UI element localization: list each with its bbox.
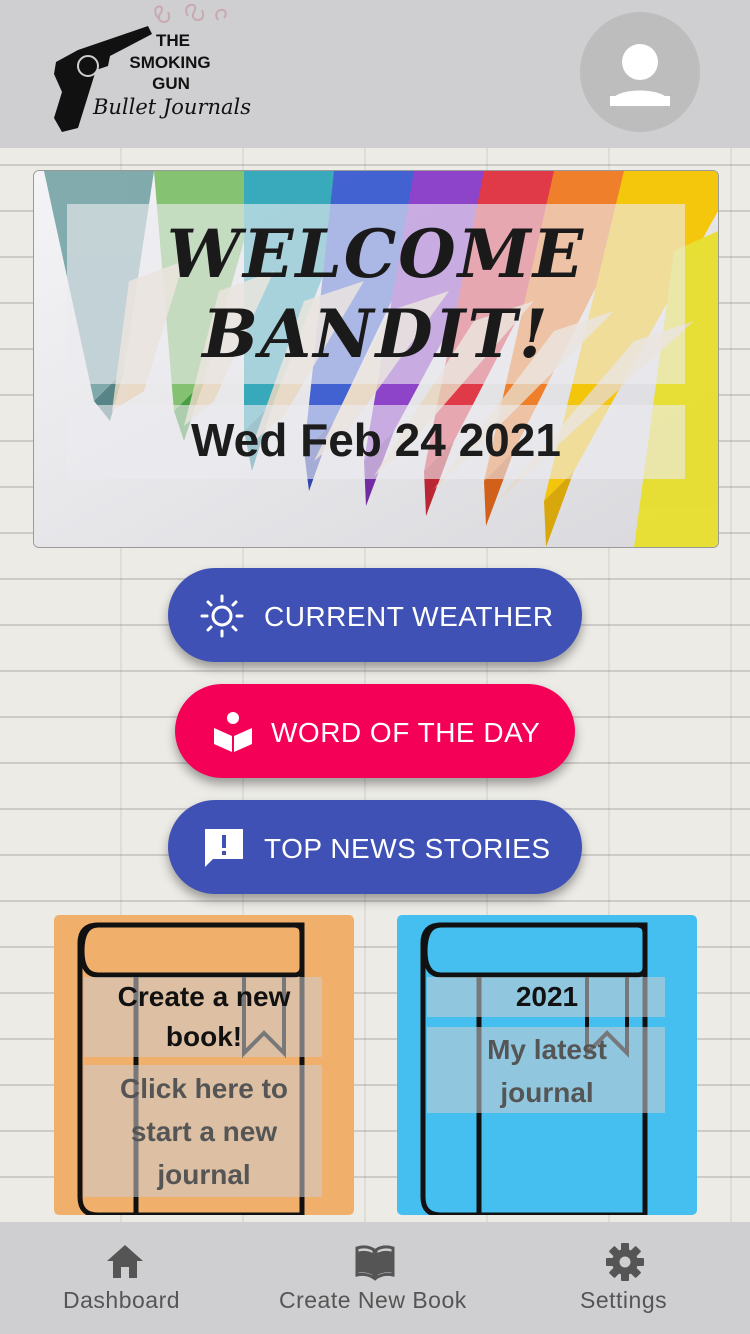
welcome-title-line1: WELCOME xyxy=(166,215,586,293)
create-book-subtitle: Click here to start a new journal xyxy=(119,1073,289,1190)
current-date: Wed Feb 24 2021 xyxy=(191,414,561,466)
nav-settings-label: Settings xyxy=(580,1287,668,1313)
create-book-card[interactable]: Create a new book! Click here to start a… xyxy=(54,915,354,1215)
bottom-navigation: Dashboard Create New Book Settings xyxy=(0,1222,750,1334)
welcome-panel: WELCOME BANDIT! xyxy=(67,204,685,384)
user-icon xyxy=(610,44,670,106)
home-icon xyxy=(107,1245,143,1278)
nav-settings[interactable]: Settings xyxy=(560,1222,690,1334)
journal-2021-subtitle: My latest journal xyxy=(487,1034,607,1108)
date-panel: Wed Feb 24 2021 xyxy=(67,405,685,479)
app-header: THE SMOKING GUN Bullet Journals xyxy=(0,0,750,148)
current-weather-button[interactable]: CURRENT WEATHER xyxy=(168,568,582,662)
journal-2021-title: 2021 xyxy=(515,981,579,1012)
top-news-button[interactable]: TOP NEWS STORIES xyxy=(168,800,582,894)
logo-line-gun: GUN xyxy=(152,74,190,93)
welcome-title-line2: BANDIT! xyxy=(202,295,550,373)
top-news-label: TOP NEWS STORIES xyxy=(264,833,551,864)
word-of-the-day-label: WORD OF THE DAY xyxy=(271,717,541,748)
nav-create-new-book-label: Create New Book xyxy=(279,1287,467,1313)
gear-icon xyxy=(606,1243,644,1281)
nav-dashboard[interactable]: Dashboard xyxy=(40,1222,210,1334)
logo-line-the: THE xyxy=(156,31,190,50)
logo-line-smoking: SMOKING xyxy=(129,53,211,72)
current-weather-label: CURRENT WEATHER xyxy=(264,601,554,632)
book-open-icon xyxy=(355,1245,395,1281)
smoking-gun-logo[interactable]: THE SMOKING GUN Bullet Journals xyxy=(48,0,258,140)
journal-2021-card[interactable]: 2021 My latest journal xyxy=(397,915,697,1215)
nav-dashboard-label: Dashboard xyxy=(63,1287,181,1313)
word-of-the-day-button[interactable]: WORD OF THE DAY xyxy=(175,684,575,778)
nav-create-new-book[interactable]: Create New Book xyxy=(270,1222,480,1334)
logo-line-bullet-journals: Bullet Journals xyxy=(92,95,252,119)
welcome-card: WELCOME BANDIT! Wed Feb 24 2021 xyxy=(33,170,719,548)
feedback-alert-icon xyxy=(205,829,243,867)
create-book-title: Create a new book! xyxy=(117,981,291,1052)
reader-book-icon xyxy=(214,712,252,752)
sun-icon xyxy=(200,594,244,638)
user-avatar-button[interactable] xyxy=(580,12,700,132)
